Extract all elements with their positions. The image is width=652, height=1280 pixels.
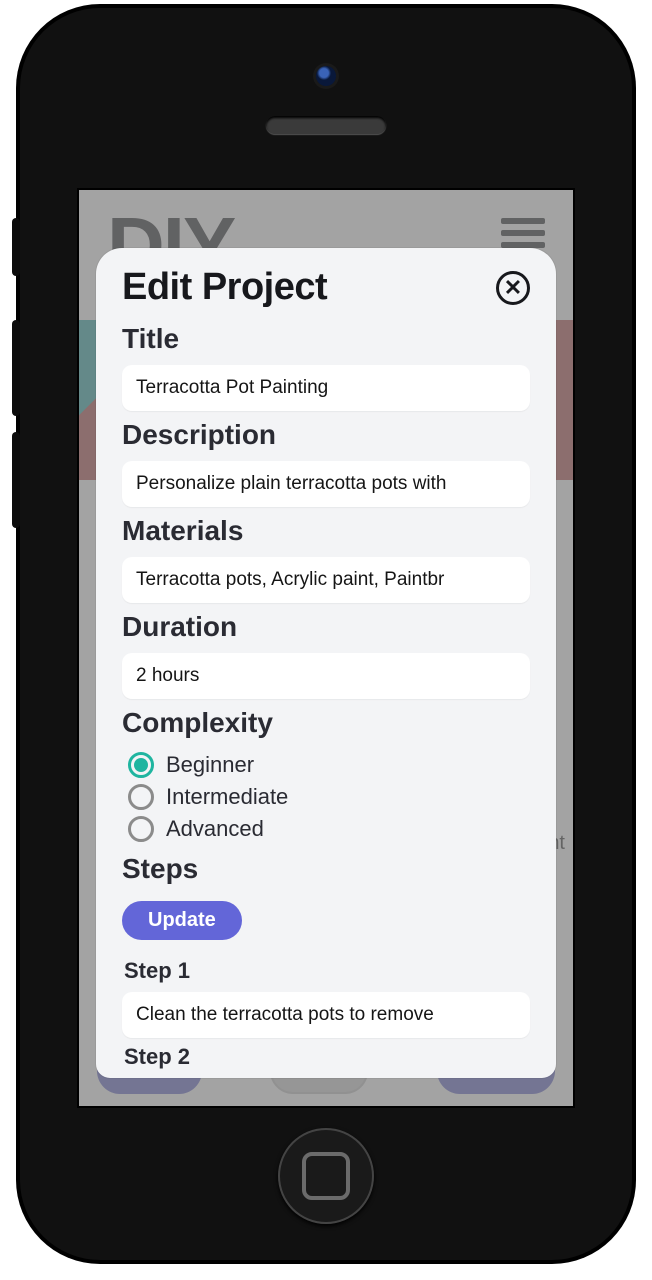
app-screen: DIY nt Back Edit Delete Edit Project ✕ T… — [77, 188, 575, 1108]
phone-side-button — [12, 320, 20, 416]
duration-label: Duration — [122, 611, 530, 643]
phone-frame: DIY nt Back Edit Delete Edit Project ✕ T… — [20, 8, 632, 1260]
materials-input[interactable] — [122, 557, 530, 603]
radio-label: Advanced — [166, 816, 264, 842]
complexity-label: Complexity — [122, 707, 530, 739]
description-input[interactable] — [122, 461, 530, 507]
phone-side-button — [12, 432, 20, 528]
update-button[interactable]: Update — [122, 901, 242, 940]
radio-icon — [128, 752, 154, 778]
complexity-option-advanced[interactable]: Advanced — [128, 813, 530, 845]
duration-input[interactable] — [122, 653, 530, 699]
phone-side-button — [12, 218, 20, 276]
steps-label: Steps — [122, 853, 530, 885]
complexity-option-beginner[interactable]: Beginner — [128, 749, 530, 781]
complexity-option-intermediate[interactable]: Intermediate — [128, 781, 530, 813]
radio-label: Beginner — [166, 752, 254, 778]
phone-home-button[interactable] — [278, 1128, 374, 1224]
modal-title: Edit Project — [122, 266, 327, 309]
description-label: Description — [122, 419, 530, 451]
materials-label: Materials — [122, 515, 530, 547]
radio-label: Intermediate — [166, 784, 288, 810]
complexity-radio-group: Beginner Intermediate Advanced — [128, 749, 530, 845]
step-label: Step 1 — [124, 958, 530, 984]
close-icon[interactable]: ✕ — [496, 271, 530, 305]
edit-project-modal: Edit Project ✕ Title Description Materia… — [96, 248, 556, 1078]
radio-icon — [128, 784, 154, 810]
step-1-input[interactable] — [122, 992, 530, 1038]
step-label: Step 2 — [124, 1044, 530, 1070]
title-input[interactable] — [122, 365, 530, 411]
title-label: Title — [122, 323, 530, 355]
radio-icon — [128, 816, 154, 842]
phone-camera — [316, 66, 336, 86]
